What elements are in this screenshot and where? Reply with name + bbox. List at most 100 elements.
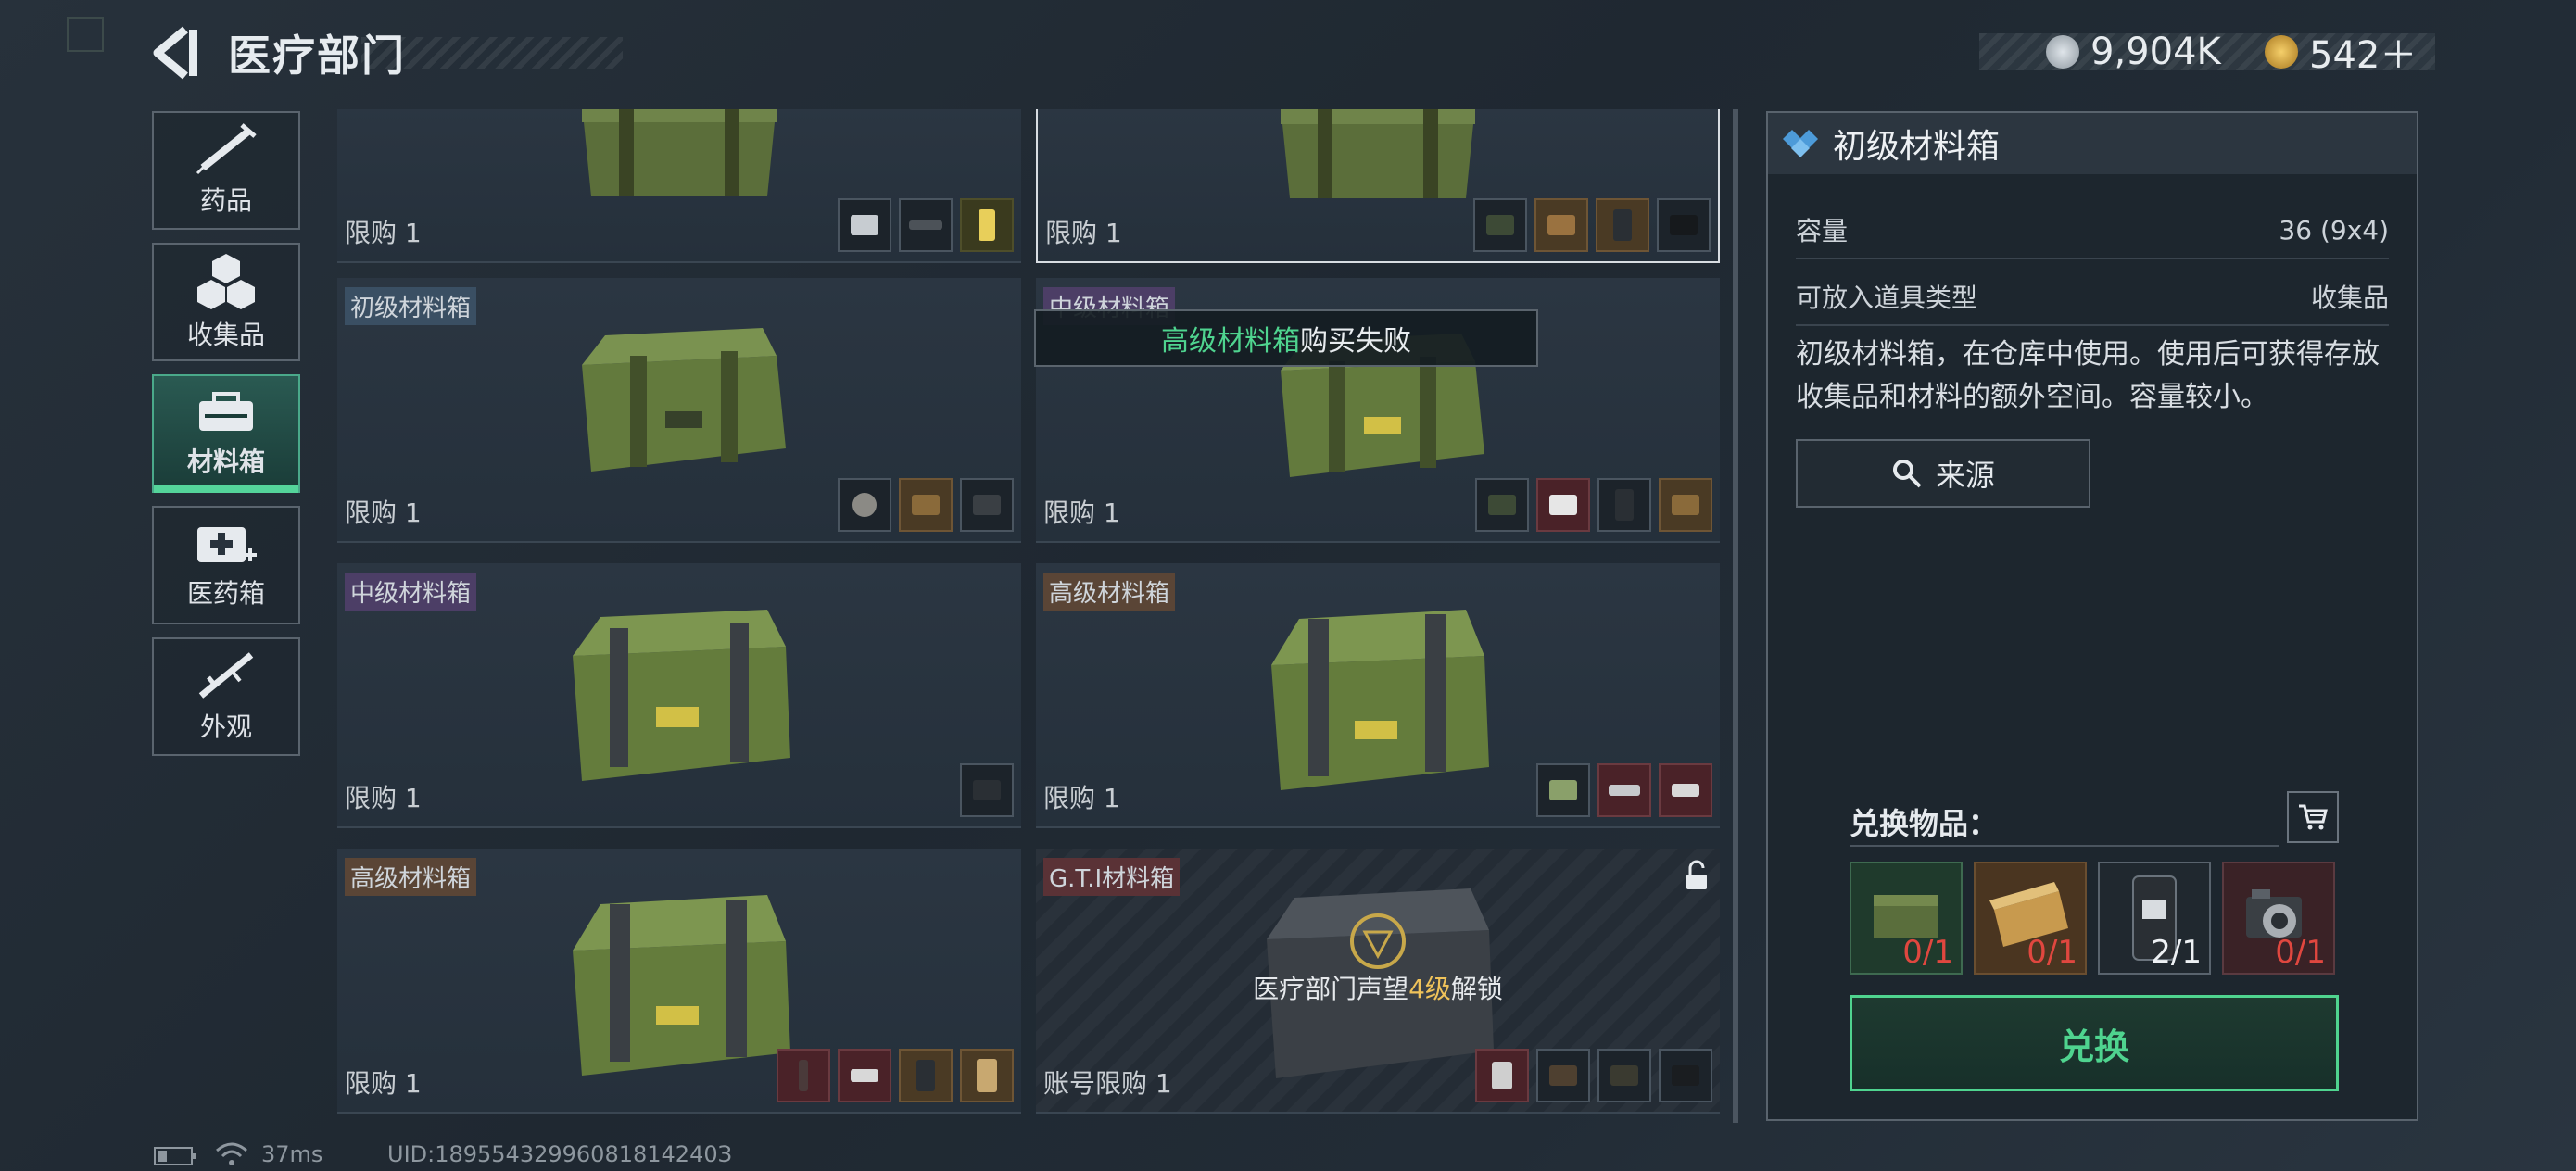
- cart-icon: [2299, 804, 2328, 830]
- reward-item[interactable]: [1596, 198, 1649, 252]
- reward-item[interactable]: [777, 1049, 830, 1102]
- sidebar-item-medicine[interactable]: 药品: [152, 111, 300, 230]
- requirement-count: 2/1: [2151, 934, 2202, 971]
- purchase-limit: 限购 1: [1045, 218, 1122, 248]
- reward-item[interactable]: [960, 763, 1014, 817]
- reward-item[interactable]: [1536, 1049, 1590, 1102]
- sidebar-item-label: 收集品: [186, 320, 265, 350]
- reward-preview: [1473, 198, 1711, 252]
- rifle-icon: [198, 652, 254, 699]
- reward-item[interactable]: [1597, 478, 1651, 532]
- exchange-requirement[interactable]: 0/1: [2222, 862, 2335, 975]
- purchase-limit: 账号限购 1: [1043, 1068, 1172, 1099]
- item-tag: 高级材料箱: [1043, 573, 1176, 611]
- item-card-locked[interactable]: G.T.I材料箱 医疗部门声望4级解锁 账号限购 1: [1036, 849, 1720, 1114]
- crate-image: [573, 610, 790, 781]
- detail-panel: 初级材料箱 容量 36 (9x4) 可放入道具类型 收集品 初级材料箱，在仓库中…: [1766, 111, 2418, 1121]
- purchase-limit: 限购 1: [1043, 783, 1120, 813]
- title-decoration: [361, 37, 623, 69]
- back-button[interactable]: [148, 24, 200, 82]
- reward-preview: [838, 478, 1014, 532]
- item-card[interactable]: 初级材料箱 限购 1: [337, 278, 1021, 543]
- source-button[interactable]: 来源: [1796, 439, 2090, 508]
- toast-message: 高级材料箱 购买失败: [1034, 309, 1538, 367]
- purchase-limit: 限购 1: [345, 1068, 422, 1099]
- sidebar-item-appearance[interactable]: 外观: [152, 637, 300, 756]
- sidebar-item-label: 材料箱: [186, 447, 265, 477]
- item-tag: G.T.I材料箱: [1043, 858, 1181, 896]
- reward-item[interactable]: [1597, 1049, 1651, 1102]
- item-card[interactable]: 中级材料箱 限购 1: [337, 563, 1021, 828]
- search-icon: [1892, 460, 1922, 488]
- reward-preview: [1475, 1049, 1712, 1102]
- reward-item[interactable]: [899, 198, 953, 252]
- reward-item[interactable]: [1475, 478, 1529, 532]
- reward-item[interactable]: [1659, 763, 1712, 817]
- reward-preview: [1475, 478, 1712, 532]
- item-type-row: 可放入道具类型 收集品: [1796, 269, 2389, 326]
- corner-indicator: [67, 17, 104, 52]
- requirement-count: 0/1: [2275, 934, 2326, 971]
- item-description: 初级材料箱，在仓库中使用。使用后可获得存放收集品和材料的额外空间。容量较小。: [1796, 338, 2380, 413]
- item-card[interactable]: 高级材料箱 限购 1: [337, 849, 1021, 1114]
- reward-item[interactable]: [1659, 478, 1712, 532]
- silver-coin-icon: [2046, 35, 2079, 69]
- item-tag: 初级材料箱: [345, 287, 477, 325]
- reward-item[interactable]: [1475, 1049, 1529, 1102]
- exchange-requirement[interactable]: 0/1: [1974, 862, 2087, 975]
- gold-currency[interactable]: 542＋: [2265, 28, 2417, 77]
- crate-image: [1271, 610, 1489, 790]
- item-type-label: 可放入道具类型: [1796, 283, 1978, 313]
- silver-value: 9,904K: [2090, 31, 2221, 73]
- sidebar-item-label: 外观: [199, 711, 252, 742]
- exchange-button[interactable]: 兑换: [1850, 995, 2339, 1091]
- reward-item[interactable]: [1473, 198, 1527, 252]
- reward-preview: [777, 1049, 1014, 1102]
- silver-currency: 9,904K: [2046, 28, 2221, 76]
- ping-value: 37ms: [261, 1141, 323, 1167]
- capacity-value: 36 (9x4): [2279, 214, 2389, 246]
- item-type-value: 收集品: [2310, 283, 2389, 313]
- purchase-limit: 限购 1: [1043, 497, 1120, 528]
- capacity-label: 容量: [1796, 216, 1849, 246]
- item-card[interactable]: 限购 1: [337, 109, 1021, 263]
- unlock-icon: [1686, 860, 1707, 889]
- reward-item[interactable]: [960, 198, 1014, 252]
- crate-image: [573, 895, 790, 1076]
- exchange-requirement[interactable]: 2/1: [2098, 862, 2211, 975]
- reward-item[interactable]: [1657, 198, 1711, 252]
- detail-header: 初级材料箱: [1768, 113, 2417, 174]
- reward-item[interactable]: [899, 478, 953, 532]
- cart-button[interactable]: [2287, 791, 2339, 843]
- item-card-selected[interactable]: 限购 1: [1036, 109, 1720, 263]
- purchase-limit: 限购 1: [345, 218, 422, 248]
- capacity-row: 容量 36 (9x4): [1796, 202, 2389, 259]
- crate-image: [582, 109, 777, 196]
- reward-item[interactable]: [960, 478, 1014, 532]
- requirement-count: 0/1: [2027, 934, 2077, 971]
- sidebar-item-medkit[interactable]: 医药箱: [152, 506, 300, 624]
- reward-item[interactable]: [1597, 763, 1651, 817]
- reward-item[interactable]: [899, 1049, 953, 1102]
- reward-item[interactable]: [838, 198, 891, 252]
- sidebar-item-label: 医药箱: [186, 578, 265, 609]
- reward-item[interactable]: [1659, 1049, 1712, 1102]
- item-tag: 高级材料箱: [345, 858, 477, 896]
- reward-item[interactable]: [960, 1049, 1014, 1102]
- reward-item[interactable]: [838, 1049, 891, 1102]
- sidebar-item-collectibles[interactable]: 收集品: [152, 243, 300, 361]
- reward-item[interactable]: [1534, 198, 1588, 252]
- grid-scrollbar[interactable]: [1733, 109, 1738, 1123]
- item-tag: 中级材料箱: [345, 573, 477, 611]
- reward-item[interactable]: [1536, 763, 1590, 817]
- item-card[interactable]: 高级材料箱 限购 1: [1036, 563, 1720, 828]
- diamond-rarity-icon: [1783, 130, 1818, 157]
- reward-item[interactable]: [1536, 478, 1590, 532]
- syringe-icon: [196, 123, 257, 175]
- user-uid: UID:18955432996081814240З: [387, 1141, 732, 1167]
- reward-item[interactable]: [838, 478, 891, 532]
- crate-image: [1281, 109, 1475, 198]
- exchange-requirement[interactable]: 0/1: [1850, 862, 1963, 975]
- sidebar-item-material-box[interactable]: 材料箱: [152, 374, 300, 493]
- wifi-icon: [216, 1142, 247, 1165]
